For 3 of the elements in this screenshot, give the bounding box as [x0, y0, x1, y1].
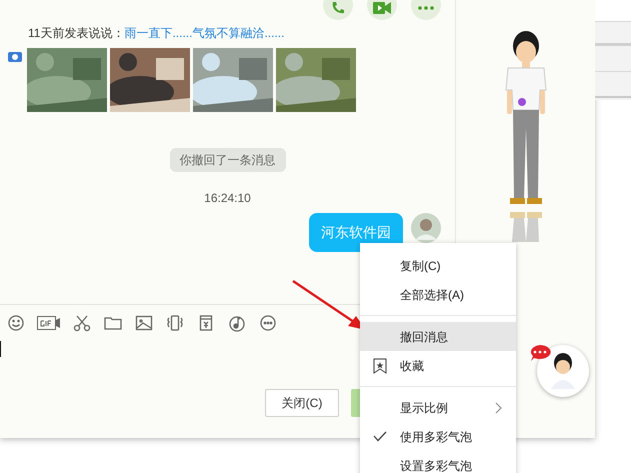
feed-prefix: 11天前发表说说： [28, 26, 124, 40]
timestamp: 16:24:10 [204, 190, 251, 207]
system-notice: 你撤回了一条消息 [170, 148, 286, 172]
